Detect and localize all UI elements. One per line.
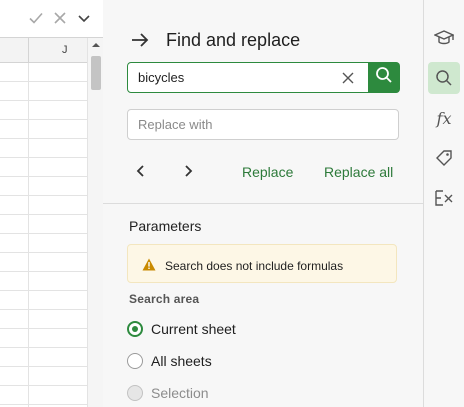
panel-title: Find and replace <box>166 30 301 50</box>
radio-button[interactable] <box>127 353 143 369</box>
replace-input[interactable] <box>128 110 398 139</box>
radio-label: All sheets <box>151 353 212 369</box>
search-icon <box>375 66 393 89</box>
formula-bar <box>0 0 103 38</box>
check-icon[interactable] <box>28 10 44 26</box>
replace-all-button[interactable]: Replace all <box>324 164 393 180</box>
scroll-up-icon[interactable] <box>90 40 102 52</box>
formula-warning: Search does not include formulas <box>127 244 397 283</box>
arrow-right-icon[interactable] <box>129 30 151 50</box>
search-input[interactable] <box>128 63 336 92</box>
cell-grid[interactable] <box>0 63 87 407</box>
right-toolbar: fx <box>423 0 464 407</box>
search-button[interactable] <box>368 62 400 93</box>
vertical-scrollbar[interactable] <box>87 38 103 407</box>
warning-text: Search does not include formulas <box>165 259 344 273</box>
column-header[interactable] <box>0 38 87 63</box>
replace-box <box>127 109 399 140</box>
chevron-down-icon[interactable] <box>76 10 92 26</box>
radio-all-sheets[interactable]: All sheets <box>127 352 212 370</box>
radio-label: Current sheet <box>151 321 236 337</box>
tag-icon[interactable] <box>428 142 460 174</box>
grid-line <box>28 63 29 407</box>
radio-button[interactable] <box>127 321 143 337</box>
close-icon[interactable] <box>52 10 68 26</box>
clear-formula-icon[interactable] <box>428 182 460 214</box>
clear-icon[interactable] <box>340 70 356 86</box>
column-label: J <box>62 44 68 56</box>
fx-label: fx <box>436 108 452 128</box>
previous-match-button[interactable] <box>133 162 149 180</box>
radio-button <box>127 385 143 401</box>
column-divider <box>28 38 29 63</box>
graduation-cap-icon[interactable] <box>428 22 460 54</box>
radio-selection: Selection <box>127 384 209 402</box>
warning-icon <box>142 258 156 271</box>
search-icon[interactable] <box>428 62 460 94</box>
search-box <box>127 62 400 93</box>
next-match-button[interactable] <box>180 162 196 180</box>
scrollbar-thumb[interactable] <box>91 56 101 90</box>
spreadsheet-area: J <box>0 0 103 407</box>
radio-label: Selection <box>151 385 209 401</box>
replace-button[interactable]: Replace <box>242 164 293 180</box>
radio-current-sheet[interactable]: Current sheet <box>127 320 236 338</box>
parameters-heading: Parameters <box>129 218 202 234</box>
search-area-heading: Search area <box>129 292 200 306</box>
find-replace-panel: Find and replace Replace Replace all Par… <box>103 0 423 407</box>
fx-icon[interactable]: fx <box>428 102 460 134</box>
